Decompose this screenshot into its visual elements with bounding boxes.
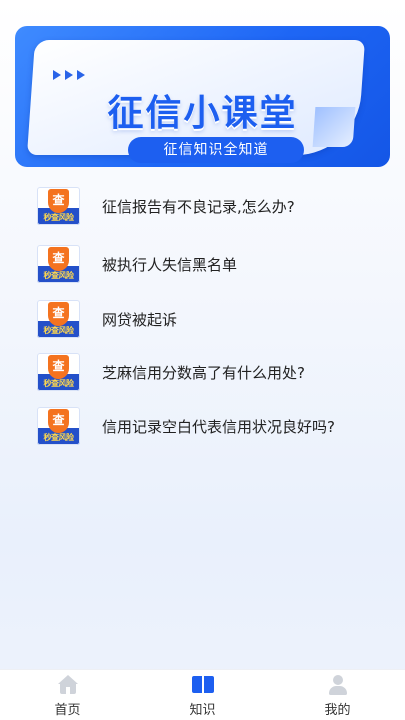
article-title: 芝麻信用分数高了有什么用处? xyxy=(102,363,305,382)
banner-subtitle-pill: 征信知识全知道 xyxy=(128,137,304,163)
tab-knowledge[interactable]: 知识 xyxy=(135,670,270,720)
banner[interactable]: 征信小课堂 征信知识全知道 xyxy=(15,26,390,167)
tab-mine[interactable]: 我的 xyxy=(270,670,405,720)
risk-check-icon: 查 秒查风险 xyxy=(37,187,80,225)
arrows-icon xyxy=(53,70,85,80)
user-icon xyxy=(327,675,349,695)
tab-knowledge-label: 知识 xyxy=(189,703,216,718)
bottom-tab-bar: 首页 知识 我的 xyxy=(0,669,405,720)
risk-check-icon: 查 秒查风险 xyxy=(37,300,80,338)
book-icon xyxy=(191,675,214,695)
article-item[interactable]: 查 秒查风险 征信报告有不良记录,怎么办? xyxy=(37,186,377,226)
tab-mine-label: 我的 xyxy=(324,703,351,718)
article-title: 征信报告有不良记录,怎么办? xyxy=(102,197,295,216)
article-title: 被执行人失信黑名单 xyxy=(102,255,238,274)
article-item[interactable]: 查 秒查风险 芝麻信用分数高了有什么用处? xyxy=(37,352,377,392)
article-item[interactable]: 查 秒查风险 网贷被起诉 xyxy=(37,299,377,339)
tab-home-label: 首页 xyxy=(54,703,81,718)
article-title: 网贷被起诉 xyxy=(102,310,178,329)
tab-home[interactable]: 首页 xyxy=(0,670,135,720)
article-item[interactable]: 查 秒查风险 信用记录空白代表信用状况良好吗? xyxy=(37,406,377,446)
risk-check-icon: 查 秒查风险 xyxy=(37,245,80,283)
risk-check-icon: 查 秒查风险 xyxy=(37,407,80,445)
banner-title: 征信小课堂 xyxy=(107,93,298,134)
article-title: 信用记录空白代表信用状况良好吗? xyxy=(102,417,335,436)
article-item[interactable]: 查 秒查风险 被执行人失信黑名单 xyxy=(37,244,377,284)
risk-check-icon: 查 秒查风险 xyxy=(37,353,80,391)
home-icon xyxy=(57,675,79,695)
